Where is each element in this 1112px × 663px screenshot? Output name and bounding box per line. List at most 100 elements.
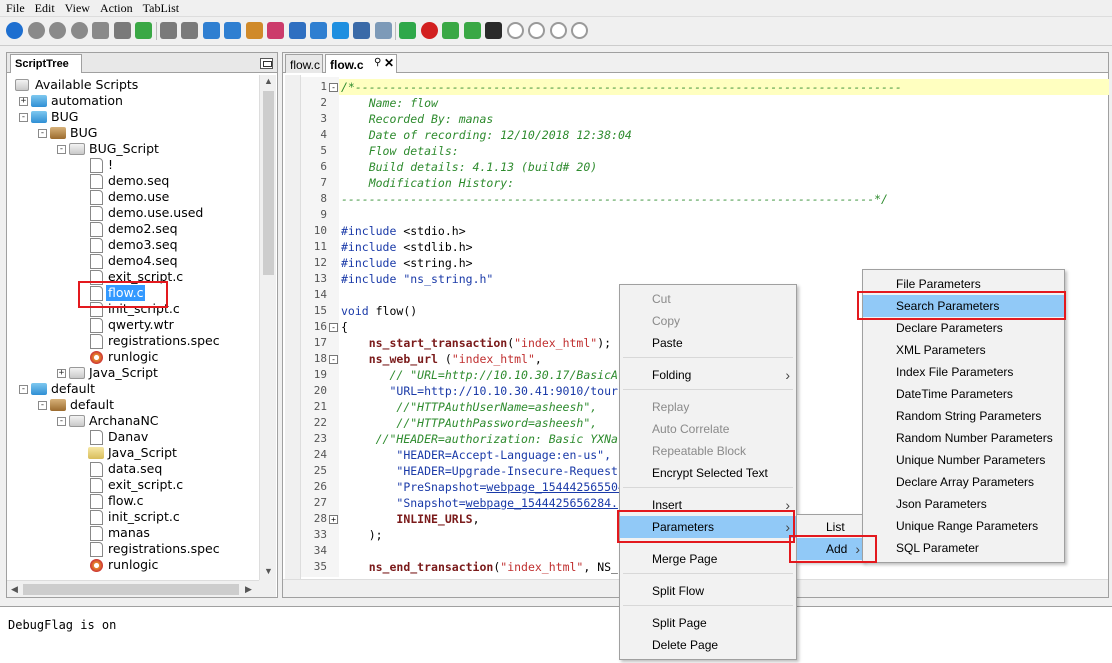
tree-item[interactable]: registrations.spec bbox=[7, 333, 259, 349]
code-line[interactable]: Recorded By: manas bbox=[341, 112, 494, 126]
disk-icon[interactable] bbox=[485, 22, 502, 39]
tree-item[interactable]: Danav bbox=[7, 429, 259, 445]
code-line[interactable]: { bbox=[341, 320, 348, 334]
menu-edit[interactable]: Edit bbox=[29, 0, 59, 16]
tree-item[interactable]: + Java_Script bbox=[7, 365, 259, 381]
code-line[interactable]: //"HTTPAuthUserName=asheesh", bbox=[341, 400, 597, 414]
fold-collapse-icon[interactable]: - bbox=[329, 323, 338, 332]
parameters-submenu-item-add[interactable]: Add › bbox=[797, 538, 863, 560]
tree-item[interactable]: - BUG bbox=[7, 109, 259, 125]
code-line[interactable]: ns_start_transaction("index_html"); bbox=[341, 336, 611, 350]
tree-item[interactable]: demo.use bbox=[7, 189, 259, 205]
add-submenu-item-search-parameters[interactable]: Search Parameters bbox=[863, 295, 1064, 317]
collapse-icon[interactable]: - bbox=[57, 145, 66, 154]
tree-item[interactable]: demo.use.used bbox=[7, 205, 259, 221]
tree-item[interactable]: - default bbox=[7, 381, 259, 397]
code-line[interactable]: ----------------------------------------… bbox=[341, 192, 888, 206]
collapse-icon[interactable]: - bbox=[19, 113, 28, 122]
context-menu-item-insert[interactable]: Insert › bbox=[620, 494, 796, 516]
maximize-icon[interactable] bbox=[260, 58, 273, 69]
add-submenu-item-xml-parameters[interactable]: XML Parameters bbox=[863, 339, 1064, 361]
code-line[interactable]: #include <stdio.h> bbox=[341, 224, 466, 238]
code-line[interactable]: "PreSnapshot=webpage_154442565504 bbox=[341, 480, 625, 494]
menu-file[interactable]: File bbox=[0, 0, 29, 16]
tree-item[interactable]: demo4.seq bbox=[7, 253, 259, 269]
tab-flow-c-1[interactable]: flow.c bbox=[285, 54, 323, 73]
context-menu-item-folding[interactable]: Folding › bbox=[620, 364, 796, 386]
tree-item[interactable]: registrations.spec bbox=[7, 541, 259, 557]
add-submenu-item-datetime-parameters[interactable]: DateTime Parameters bbox=[863, 383, 1064, 405]
code-line[interactable]: Flow details: bbox=[341, 144, 459, 158]
context-menu-item-split-page[interactable]: Split Page bbox=[620, 612, 796, 634]
code-line[interactable]: #include <stdlib.h> bbox=[341, 240, 473, 254]
download-icon[interactable] bbox=[202, 22, 220, 39]
import-icon[interactable] bbox=[442, 22, 459, 39]
menu-view[interactable]: View bbox=[59, 0, 94, 16]
forward-icon[interactable] bbox=[549, 22, 567, 39]
tree-item[interactable]: + automation bbox=[7, 93, 259, 109]
edit-icon[interactable] bbox=[267, 22, 284, 39]
add-submenu-item-random-number-parameters[interactable]: Random Number Parameters bbox=[863, 427, 1064, 449]
add-submenu-item-random-string-parameters[interactable]: Random String Parameters bbox=[863, 405, 1064, 427]
code-line[interactable]: Name: flow bbox=[341, 96, 438, 110]
context-menu-item-replay[interactable]: Replay bbox=[620, 396, 796, 418]
tree-item[interactable]: demo.seq bbox=[7, 173, 259, 189]
tree-item[interactable]: flow.c bbox=[7, 493, 259, 509]
refresh-icon[interactable] bbox=[399, 22, 416, 39]
comment-icon[interactable] bbox=[113, 22, 131, 39]
tree-scroll-thumb[interactable] bbox=[263, 91, 274, 275]
publish-icon[interactable] bbox=[463, 22, 481, 39]
menu-action[interactable]: Action bbox=[94, 0, 137, 16]
tree-item[interactable]: init_script.c bbox=[7, 509, 259, 525]
tree-item[interactable]: exit_script.c bbox=[7, 477, 259, 493]
add-submenu-item-file-parameters[interactable]: File Parameters bbox=[863, 273, 1064, 295]
parameters-submenu-item-list[interactable]: List bbox=[797, 516, 863, 538]
tree-item[interactable]: manas bbox=[7, 525, 259, 541]
tree-item[interactable]: - BUG_Script bbox=[7, 141, 259, 157]
code-line[interactable]: //"HTTPAuthPassword=asheesh", bbox=[341, 416, 597, 430]
fold-collapse-icon[interactable]: - bbox=[329, 83, 338, 92]
code-line[interactable]: INLINE_URLS, bbox=[341, 512, 479, 526]
code-line[interactable]: "URL=http://10.10.30.41:9010/tour bbox=[341, 384, 617, 398]
record-icon[interactable] bbox=[420, 22, 438, 39]
search-icon[interactable] bbox=[288, 22, 306, 39]
code-line[interactable]: Modification History: bbox=[341, 176, 514, 190]
context-menu-item-copy[interactable]: Copy bbox=[620, 310, 796, 332]
halt-icon[interactable] bbox=[571, 22, 588, 39]
tree-item[interactable]: data.seq bbox=[7, 461, 259, 477]
context-menu-item-encrypt-selected-text[interactable]: Encrypt Selected Text bbox=[620, 462, 796, 484]
add-submenu-item-index-file-parameters[interactable]: Index File Parameters bbox=[863, 361, 1064, 383]
add-submenu-item-unique-range-parameters[interactable]: Unique Range Parameters bbox=[863, 515, 1064, 537]
code-line[interactable]: #include <string.h> bbox=[341, 256, 473, 270]
context-menu-item-repeatable-block[interactable]: Repeatable Block bbox=[620, 440, 796, 462]
tree-item[interactable]: - default bbox=[7, 397, 259, 413]
fold-expand-icon[interactable]: + bbox=[329, 515, 338, 524]
add-submenu-item-sql-parameter[interactable]: SQL Parameter bbox=[863, 537, 1064, 559]
stop-icon[interactable] bbox=[27, 22, 45, 39]
collapse-icon[interactable]: - bbox=[19, 385, 28, 394]
code-line[interactable]: #include "ns_string.h" bbox=[341, 272, 493, 286]
tree-item[interactable]: demo3.seq bbox=[7, 237, 259, 253]
collapse-icon[interactable]: - bbox=[38, 129, 47, 138]
scroll-right-icon[interactable]: ▶ bbox=[245, 584, 252, 595]
scroll-up-icon[interactable]: ▲ bbox=[264, 76, 273, 86]
add-submenu-item-declare-parameters[interactable]: Declare Parameters bbox=[863, 317, 1064, 339]
context-menu-item-split-flow[interactable]: Split Flow bbox=[620, 580, 796, 602]
export-icon[interactable] bbox=[374, 22, 392, 39]
context-menu-item-paste[interactable]: Paste bbox=[620, 332, 796, 354]
tree-item[interactable]: qwerty.wtr bbox=[7, 317, 259, 333]
back-icon[interactable] bbox=[528, 22, 545, 39]
context-menu-item-delete-page[interactable]: Delete Page bbox=[620, 634, 796, 656]
close-icon[interactable]: ✕ bbox=[384, 56, 394, 70]
context-menu-item-merge-page[interactable]: Merge Page bbox=[620, 548, 796, 570]
scroll-left-icon[interactable]: ◀ bbox=[11, 584, 18, 595]
expand-icon[interactable]: + bbox=[57, 369, 66, 378]
code-line[interactable]: // "URL=http://10.10.30.17/BasicA bbox=[341, 368, 617, 382]
tab-flow-c-2[interactable]: flow.c ⚲ ✕ bbox=[325, 54, 397, 73]
expand-icon[interactable]: + bbox=[19, 97, 28, 106]
add-submenu-item-unique-number-parameters[interactable]: Unique Number Parameters bbox=[863, 449, 1064, 471]
tree-hscroll-thumb[interactable] bbox=[23, 584, 239, 595]
gear-icon[interactable] bbox=[310, 22, 327, 39]
context-menu-item-auto-correlate[interactable]: Auto Correlate bbox=[620, 418, 796, 440]
tree-item[interactable]: flow.c bbox=[7, 285, 259, 301]
